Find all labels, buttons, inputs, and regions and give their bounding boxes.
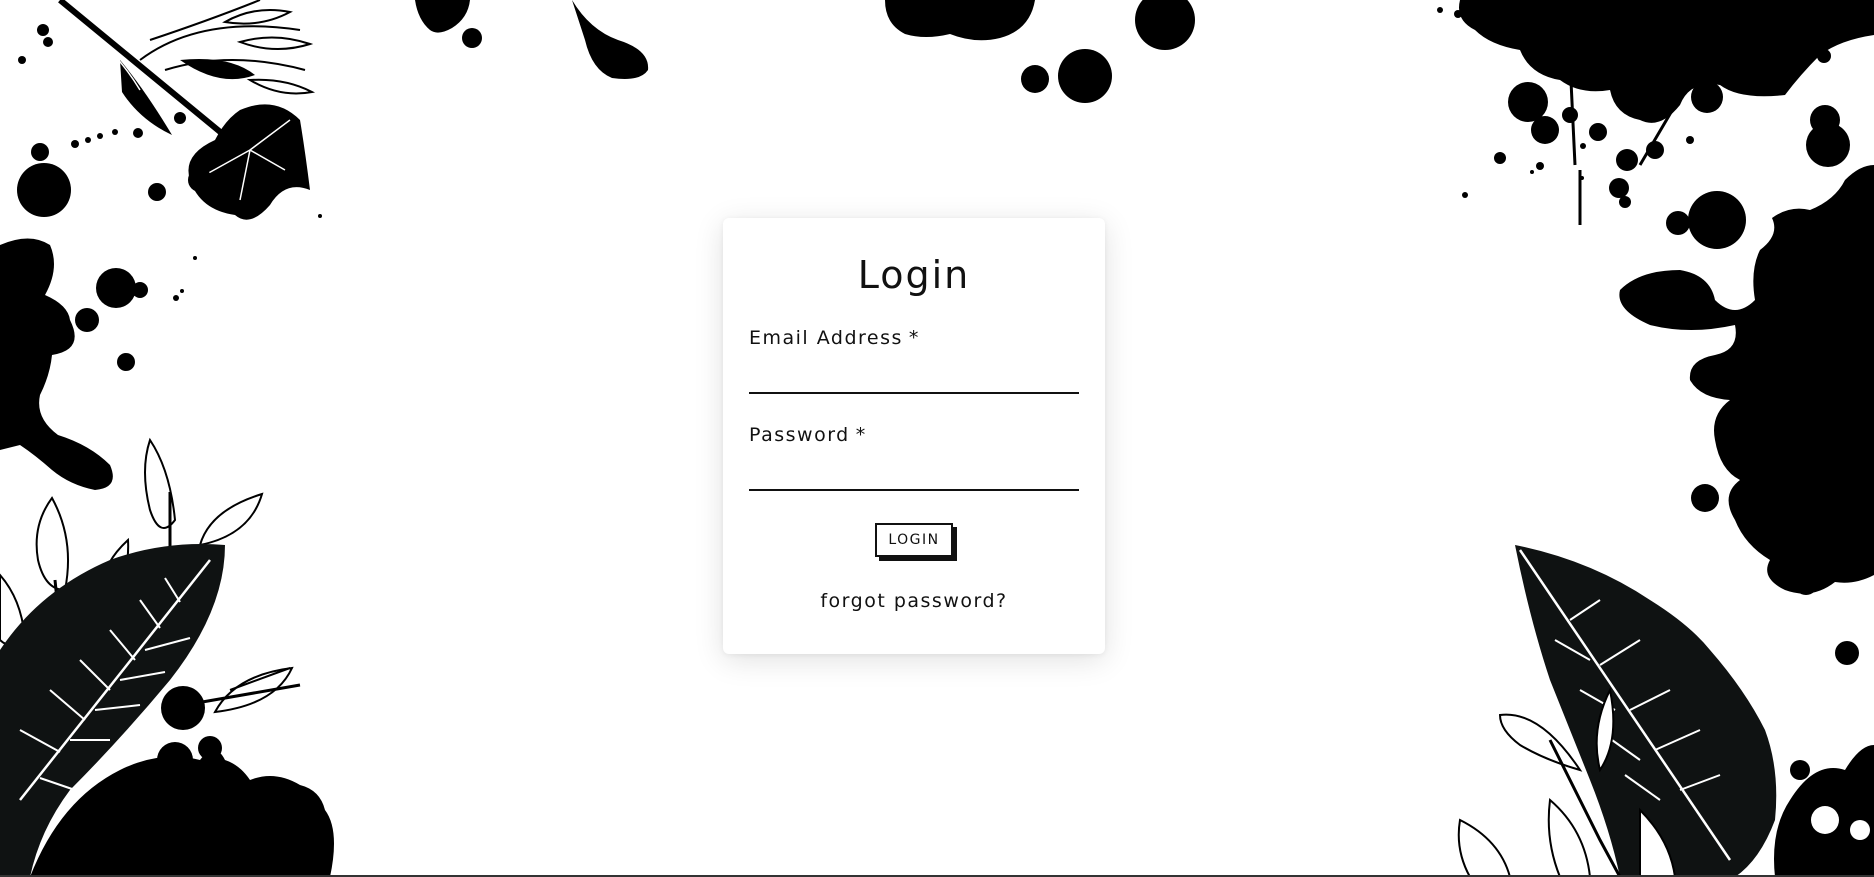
password-required-marker: * [855,424,867,446]
login-title: Login [857,253,971,297]
email-required-marker: * [908,327,920,349]
password-input[interactable] [749,461,1079,491]
bottom-left-foliage [0,437,334,877]
login-card: Login Email Address * Password * LOGIN for… [723,218,1105,654]
password-label: Password * [749,423,867,447]
top-left-floral-branch [17,0,322,260]
email-label: Email Address * [749,326,920,350]
login-button[interactable]: LOGIN [875,523,953,557]
right-ink-splash [1619,165,1874,665]
email-label-text: Email Address [749,327,903,349]
email-input[interactable] [749,364,1079,394]
login-page: Login Email Address * Password * LOGIN for… [0,0,1874,877]
bottom-right-foliage [1457,545,1874,877]
login-button-wrapper: LOGIN [875,523,957,561]
password-label-text: Password [749,424,850,446]
top-center-ink-splash [415,0,1195,103]
forgot-password-link[interactable]: forgot password? [723,590,1105,612]
